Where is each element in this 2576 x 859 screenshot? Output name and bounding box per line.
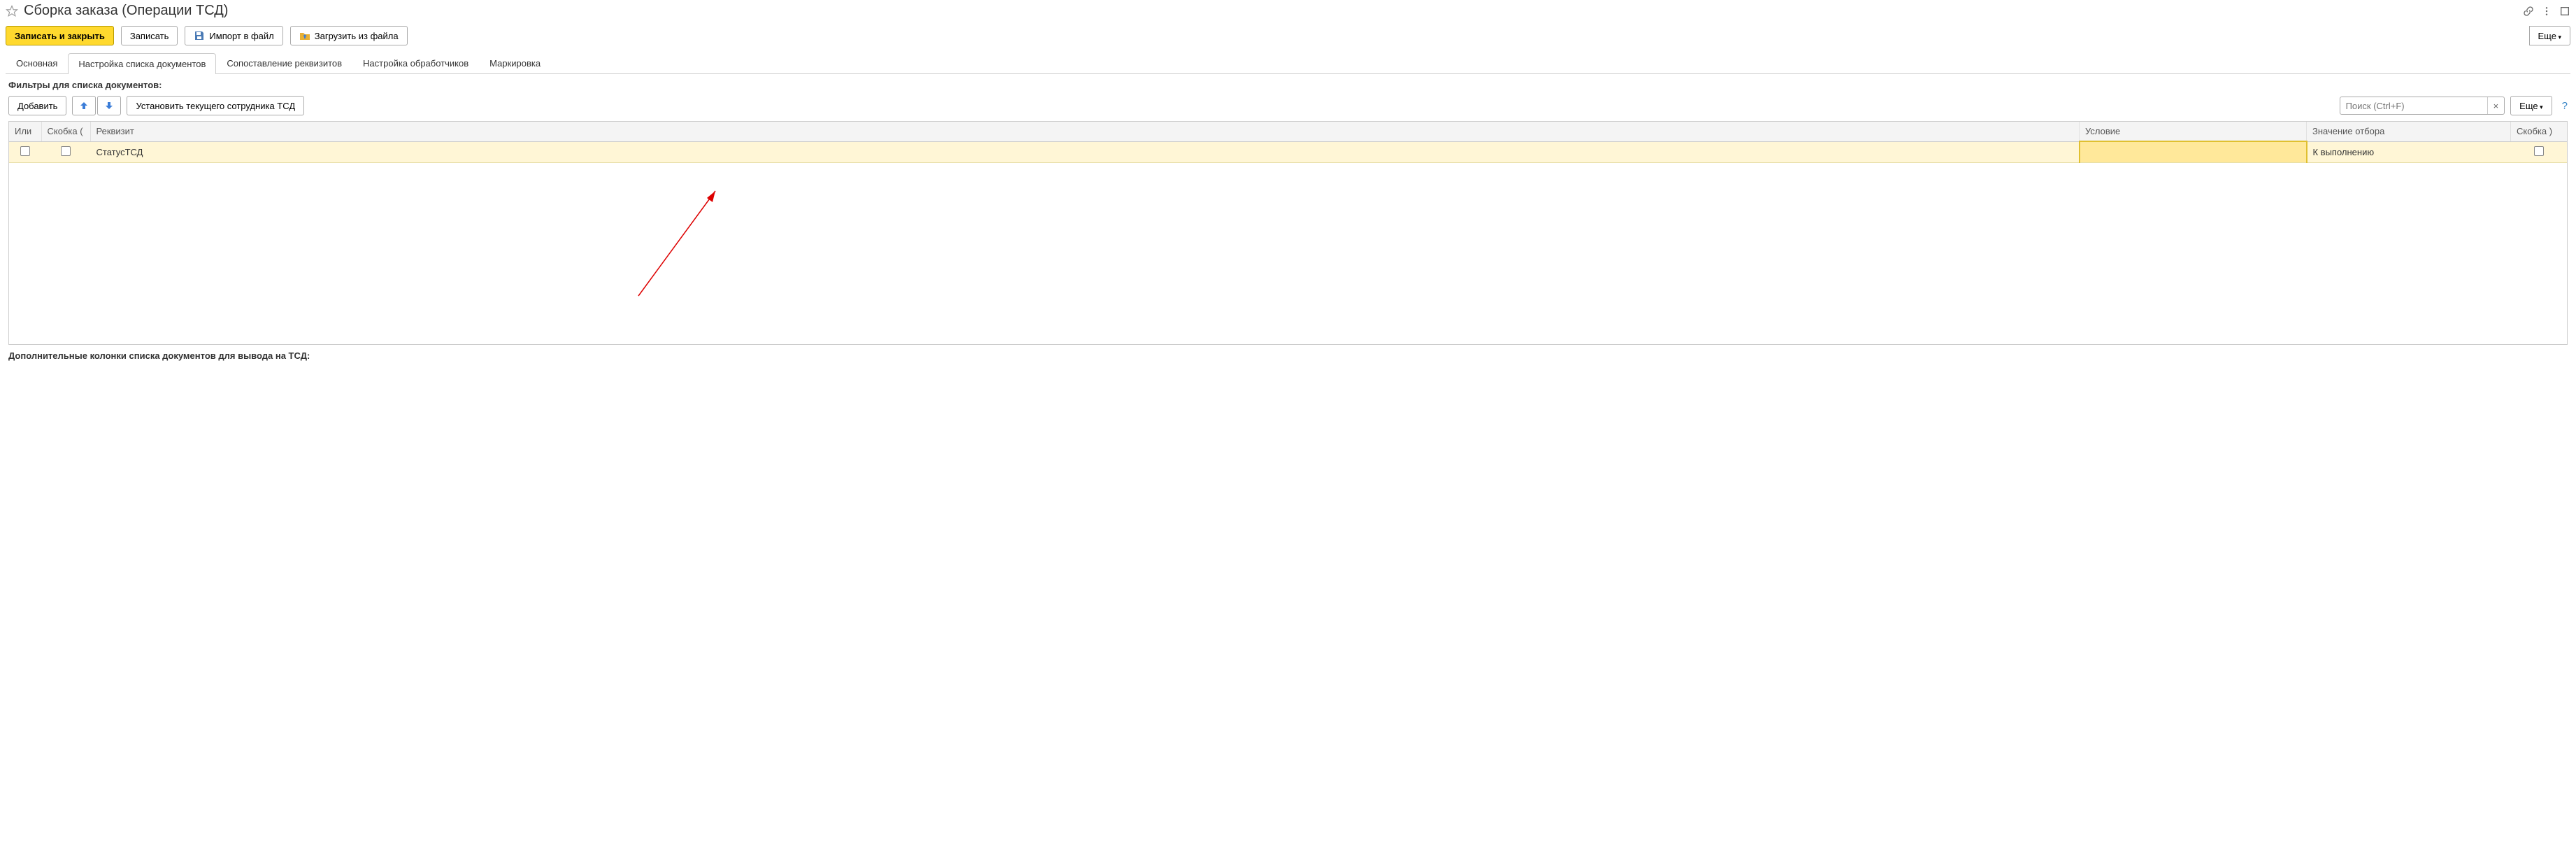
tab-marking-label: Маркировка	[489, 58, 541, 69]
filter-more-button[interactable]: Еще	[2510, 96, 2552, 115]
floppy-icon	[194, 30, 205, 41]
tab-requisite-mapping[interactable]: Сопоставление реквизитов	[216, 52, 352, 73]
filters-section-title: Фильтры для списка документов:	[0, 74, 2576, 93]
cell-filter-value[interactable]: К выполнению	[2307, 141, 2511, 162]
table-header-row: Или Скобка ( Реквизит Условие Значение о…	[9, 122, 2567, 141]
import-file-label: Импорт в файл	[209, 31, 273, 41]
folder-upload-icon	[299, 30, 310, 41]
main-toolbar: Записать и закрыть Записать Импорт в фай…	[0, 23, 2576, 48]
load-from-file-label: Загрузить из файла	[315, 31, 399, 41]
add-filter-button[interactable]: Добавить	[8, 96, 66, 115]
maximize-icon[interactable]	[2559, 6, 2570, 17]
filter-toolbar: Добавить Установить текущего сотрудника …	[0, 93, 2576, 118]
or-checkbox[interactable]	[20, 146, 30, 156]
header-condition[interactable]: Условие	[2080, 122, 2307, 141]
save-label: Записать	[130, 31, 169, 41]
search-clear-button[interactable]: ×	[2487, 97, 2505, 114]
header-bracket-close[interactable]: Скобка )	[2511, 122, 2567, 141]
header-filter-value[interactable]: Значение отбора	[2307, 122, 2511, 141]
filter-more-label: Еще	[2519, 101, 2542, 111]
cell-condition[interactable]	[2080, 141, 2307, 162]
filters-table: Или Скобка ( Реквизит Условие Значение о…	[8, 121, 2568, 345]
arrow-down-icon	[103, 100, 115, 111]
save-and-close-button[interactable]: Записать и закрыть	[6, 26, 114, 45]
import-file-button[interactable]: Импорт в файл	[185, 26, 282, 45]
arrow-up-icon	[78, 100, 90, 111]
set-employee-label: Установить текущего сотрудника ТСД	[136, 101, 295, 111]
additional-columns-title: Дополнительные колонки списка документов…	[0, 345, 2576, 362]
favorite-star-icon[interactable]	[6, 5, 18, 17]
move-up-button[interactable]	[72, 96, 96, 115]
tab-handler-label: Настройка обработчиков	[363, 58, 468, 69]
tab-mapping-label: Сопоставление реквизитов	[227, 58, 342, 69]
tabs: Основная Настройка списка документов Соп…	[6, 52, 2570, 74]
header-or[interactable]: Или	[9, 122, 41, 141]
cell-bracket-close[interactable]	[2511, 141, 2567, 162]
header-requisite[interactable]: Реквизит	[90, 122, 2080, 141]
kebab-menu-icon[interactable]	[2541, 6, 2552, 17]
help-icon[interactable]: ?	[2562, 100, 2568, 112]
search-input[interactable]	[2340, 98, 2487, 114]
set-current-tsd-employee-button[interactable]: Установить текущего сотрудника ТСД	[127, 96, 304, 115]
add-filter-label: Добавить	[17, 101, 57, 111]
table-empty-area	[9, 162, 2567, 344]
title-actions	[2523, 6, 2570, 17]
load-from-file-button[interactable]: Загрузить из файла	[290, 26, 408, 45]
tab-main[interactable]: Основная	[6, 52, 68, 73]
cell-requisite[interactable]: СтатусТСД	[90, 141, 2080, 162]
save-and-close-label: Записать и закрыть	[15, 31, 105, 41]
toolbar-more-button[interactable]: Еще	[2529, 26, 2570, 45]
tab-doclist-label: Настройка списка документов	[78, 59, 206, 69]
toolbar-more-label: Еще	[2538, 31, 2561, 41]
move-buttons-group	[72, 96, 121, 115]
move-down-button[interactable]	[97, 96, 121, 115]
header-bracket-open[interactable]: Скобка (	[41, 122, 90, 141]
page-title: Сборка заказа (Операции ТСД)	[24, 3, 2523, 19]
annotation-arrow	[610, 184, 750, 324]
cell-or[interactable]	[9, 141, 41, 162]
search-box: ×	[2340, 97, 2505, 115]
cell-bracket-open[interactable]	[41, 141, 90, 162]
bracket-close-checkbox[interactable]	[2534, 146, 2544, 156]
link-icon[interactable]	[2523, 6, 2534, 17]
title-bar: Сборка заказа (Операции ТСД)	[0, 0, 2576, 23]
tab-handler-settings[interactable]: Настройка обработчиков	[352, 52, 479, 73]
tab-main-label: Основная	[16, 58, 57, 69]
save-button[interactable]: Записать	[121, 26, 178, 45]
table-row[interactable]: СтатусТСД К выполнению	[9, 141, 2567, 162]
tab-marking[interactable]: Маркировка	[479, 52, 551, 73]
bracket-open-checkbox[interactable]	[61, 146, 71, 156]
tab-document-list-settings[interactable]: Настройка списка документов	[68, 53, 216, 74]
